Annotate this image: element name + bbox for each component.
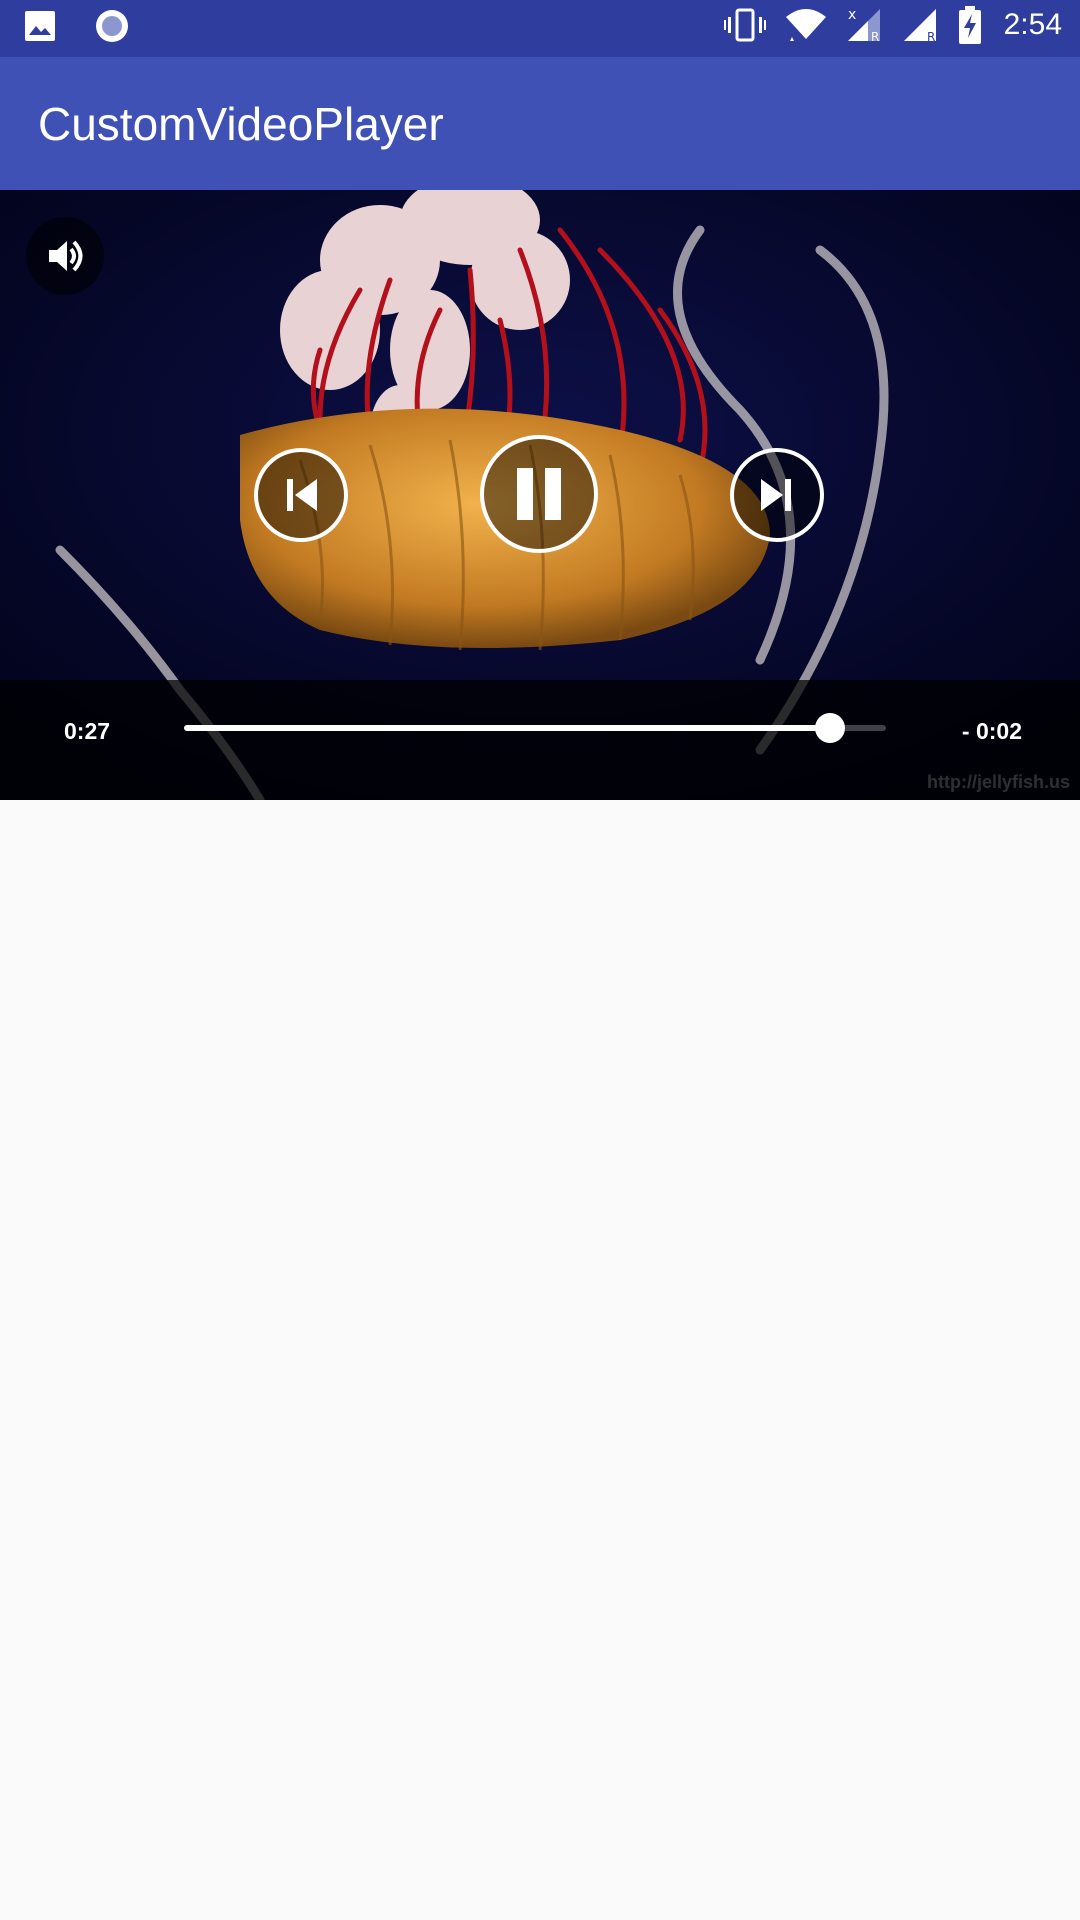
volume-icon (49, 240, 83, 272)
remaining-time: - 0:02 (961, 718, 1022, 744)
status-time: 2:54 (1003, 8, 1062, 41)
pause-icon (517, 468, 561, 520)
app-title: CustomVideoPlayer (38, 98, 444, 150)
vibrate-icon (723, 8, 766, 42)
svg-text:x: x (848, 7, 856, 23)
skip-previous-icon (287, 479, 317, 511)
volume-button[interactable] (26, 217, 104, 295)
seek-bar[interactable] (184, 713, 886, 743)
svg-text:R: R (871, 30, 879, 43)
svg-text:R: R (927, 30, 935, 43)
battery-charging-icon (958, 6, 981, 44)
image-icon (25, 11, 55, 41)
status-bar: x R R 2:54 (0, 0, 1080, 57)
skip-next-button[interactable] (730, 448, 824, 542)
skip-previous-button[interactable] (254, 448, 348, 542)
signal-roaming-icon: R (903, 9, 936, 43)
skip-next-icon (761, 479, 791, 511)
video-player[interactable]: 0:27 - 0:02 http://jellyfish.us (0, 190, 1080, 800)
elapsed-time: 0:27 (64, 718, 111, 744)
content-area (0, 800, 1080, 1920)
app-bar: CustomVideoPlayer (0, 57, 1080, 190)
seek-thumb[interactable] (814, 713, 845, 743)
seek-progress (184, 725, 830, 731)
video-watermark: http://jellyfish.us (926, 772, 1070, 792)
wifi-icon (785, 9, 826, 43)
controls-bar: 0:27 - 0:02 (0, 680, 1080, 800)
record-icon (96, 10, 128, 42)
signal-roaming-icon: x R (847, 7, 880, 43)
pause-button[interactable] (480, 435, 598, 553)
